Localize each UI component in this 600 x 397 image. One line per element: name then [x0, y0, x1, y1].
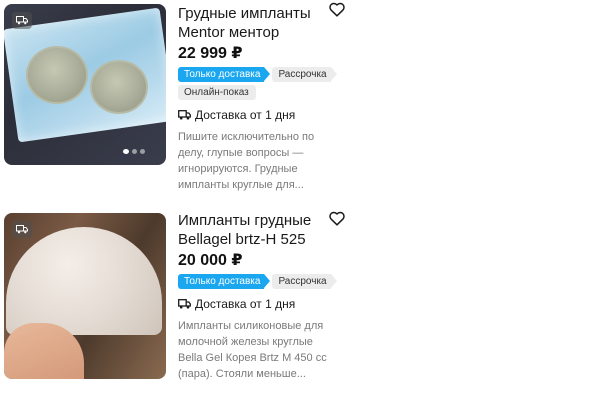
listing-photo[interactable]: [4, 213, 166, 379]
delivery-info: Доставка от 1 дня: [178, 107, 348, 123]
pagination-dot: [123, 149, 129, 154]
tag-delivery-only: Только доставка: [178, 67, 271, 82]
listing-card[interactable]: Грудные импланты Mentor ментор 22 999 ₽ …: [0, 0, 600, 193]
delivery-text: Доставка от 1 дня: [195, 108, 296, 122]
listing-description: Импланты силиконовые для молочной железы…: [178, 320, 327, 380]
listing-description: Пишите исключительно по делу, глупые воп…: [178, 131, 315, 191]
listing-card[interactable]: Импланты грудные Bellagel brtz-H 525 20 …: [0, 207, 600, 397]
tag-installment: Рассрочка: [272, 67, 337, 82]
pagination-dot: [140, 149, 145, 154]
truck-icon: [178, 110, 191, 120]
tag-installment: Рассрочка: [272, 274, 337, 289]
photo-implant-right: [90, 60, 148, 114]
delivery-text: Доставка от 1 дня: [195, 297, 296, 311]
tag-delivery-only: Только доставка: [178, 274, 271, 289]
listing-tags: Только доставка Рассрочка: [178, 274, 338, 289]
listing-info: Импланты грудные Bellagel brtz-H 525 20 …: [178, 211, 348, 382]
listing-title[interactable]: Грудные импланты Mentor ментор: [178, 4, 348, 42]
listing-price: 22 999 ₽: [178, 45, 243, 62]
listing-info: Грудные импланты Mentor ментор 22 999 ₽ …: [178, 4, 348, 193]
listing-photo[interactable]: [4, 4, 166, 165]
tag-online-show: Онлайн-показ: [178, 85, 256, 100]
favorite-heart-icon[interactable]: [329, 211, 345, 226]
truck-icon: [178, 299, 191, 309]
listing-title[interactable]: Импланты грудные Bellagel brtz-H 525: [178, 211, 348, 249]
pagination-dot: [132, 149, 137, 154]
truck-icon: [12, 221, 32, 238]
truck-icon: [12, 12, 32, 29]
listing-price: 20 000 ₽: [178, 252, 243, 269]
listing-tags: Только доставка Рассрочка Онлайн-показ: [178, 67, 338, 100]
delivery-info: Доставка от 1 дня: [178, 296, 348, 312]
favorite-heart-icon[interactable]: [329, 2, 345, 17]
photo-implant-left: [26, 46, 88, 104]
photo-pagination: [123, 149, 145, 154]
